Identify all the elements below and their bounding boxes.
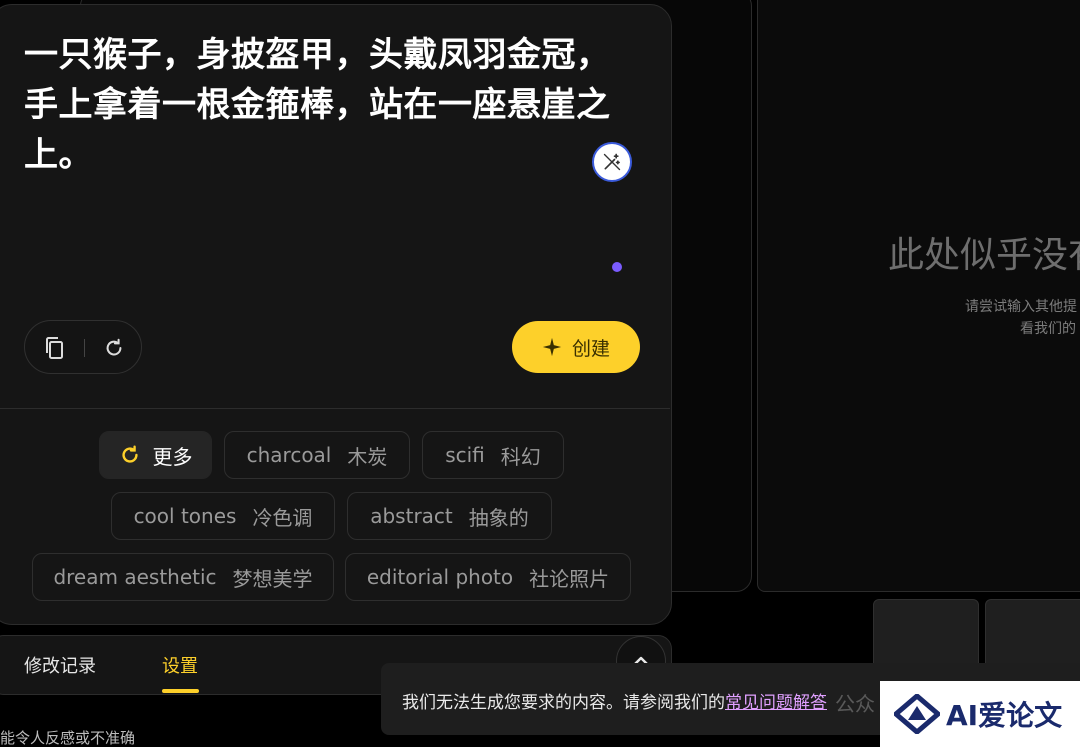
empty-state-line1: 请尝试输入其他提 [965,299,1077,315]
refresh-button[interactable] [101,335,127,361]
tab-history[interactable]: 修改记录 [24,652,96,678]
refresh-icon [106,338,122,356]
chip-en: editorial photo [366,565,514,589]
create-button[interactable]: 创建 [512,321,640,373]
more-suggestions-button[interactable]: 更多 [99,431,212,479]
chip-en: cool tones [133,504,237,528]
chip-zh: 冷色调 [252,505,313,530]
chip-en: abstract [370,504,453,528]
create-button-label: 创建 [571,337,610,360]
style-chip[interactable]: editorial photo 社论照片 [345,553,631,601]
tab-settings[interactable]: 设置 [162,652,198,678]
error-toast-message: 我们无法生成您要求的内容。请参阅我们的常见问题解答 [402,688,827,713]
chip-zh: 抽象的 [468,505,529,530]
chip-zh: 木炭 [347,444,388,469]
magic-edit-button[interactable] [592,142,632,182]
disclaimer-text: 能令人反感或不准确 [0,729,136,747]
logo-icon [894,694,940,734]
empty-state-title: 此处似乎没有 [888,235,1080,276]
chip-en: charcoal [246,443,332,467]
chip-en: scifi [445,443,485,467]
chip-zh: 梦想美学 [232,566,313,591]
prompt-tools [24,320,142,374]
watermark-logo: AI爱论文 [880,681,1080,747]
style-chip[interactable]: cool tones 冷色调 [111,492,335,540]
chip-zh: 社论照片 [529,566,610,591]
status-dot [612,262,622,272]
prompt-input[interactable]: 一只猴子，身披盔甲，头戴凤羽金冠，手上拿着一根金箍棒，站在一座悬崖之上。 [24,30,644,180]
watermark-text: 公众 [835,692,875,716]
logo-text: AI爱论文 [946,699,1063,732]
magic-wand-icon [603,153,621,171]
more-label: 更多 [152,444,193,469]
active-tab-indicator [162,689,199,693]
style-chip[interactable]: scifi 科幻 [422,431,564,479]
sparkle-icon [542,337,562,357]
copy-icon [46,337,63,359]
card-divider [0,408,670,409]
style-chip[interactable]: abstract 抽象的 [347,492,552,540]
faq-link[interactable]: 常见问题解答 [725,693,827,713]
chip-en: dream aesthetic [53,565,217,589]
copy-button[interactable] [41,335,67,361]
refresh-icon [119,444,141,466]
app-root: 此处似乎没有 请尝试输入其他提 看我们的 一只猴子，身披盔甲，头戴凤羽金冠，手上… [0,0,1080,747]
tool-separator [84,339,85,357]
style-chip[interactable]: charcoal 木炭 [224,431,410,479]
chip-zh: 科幻 [500,444,541,469]
style-chip[interactable]: dream aesthetic 梦想美学 [32,553,334,601]
toast-message: 我们无法生成您要求的内容。请参阅我们的 [402,693,725,713]
empty-state-line2: 看我们的 [1020,321,1076,337]
